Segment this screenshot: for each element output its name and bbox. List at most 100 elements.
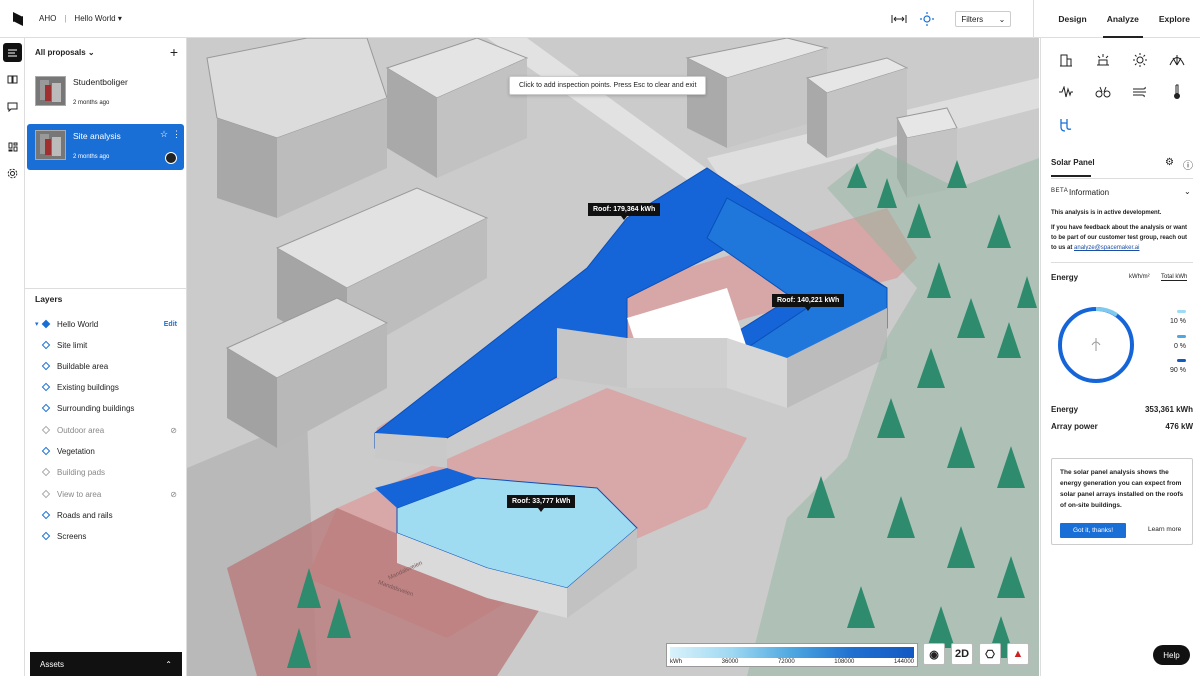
top-bar: AHO | Hello World ▾ Filters ⌄ Design Ana… <box>0 0 1200 38</box>
pct-value: 90 % <box>1170 367 1186 374</box>
more-options-icon[interactable]: ⋮ <box>172 129 181 140</box>
all-proposals-dropdown[interactable]: All proposals ⌄ <box>35 48 95 57</box>
measure-icon[interactable] <box>889 9 909 29</box>
help-circle-icon[interactable]: ⓘ <box>1183 157 1193 172</box>
roof-label[interactable]: Roof: 179,364 kWh <box>588 203 661 220</box>
info-text: If you have feedback about the analysis … <box>1051 223 1191 253</box>
proposal-date: 2 months ago <box>73 100 110 106</box>
legend-swatch <box>1177 359 1186 362</box>
proposal-item-selected[interactable]: Site analysis 2 months ago ☆ ⋮ <box>27 124 184 170</box>
rail-dashboard-button[interactable] <box>3 137 22 156</box>
add-proposal-icon[interactable]: + <box>170 44 178 60</box>
layer-surrounding-buildings[interactable]: Surrounding buildings <box>25 399 187 417</box>
legend-gradient <box>670 647 914 658</box>
layer-screens[interactable]: Screens <box>25 527 187 545</box>
proposal-thumbnail <box>35 130 66 160</box>
left-rail <box>0 38 25 676</box>
legend-tick: 72000 <box>777 659 795 665</box>
email-link[interactable]: analyze@spacemaker.ai <box>1074 245 1139 251</box>
star-icon[interactable]: ☆ <box>160 129 168 140</box>
sky-view-icon[interactable] <box>1168 51 1186 69</box>
unit-toggle-kwhm2[interactable]: kWh/m² <box>1129 274 1150 280</box>
filters-dropdown[interactable]: Filters ⌄ <box>955 11 1012 27</box>
wind-icon[interactable] <box>1131 83 1149 101</box>
unit-toggle-total[interactable]: Total kWh <box>1161 274 1188 281</box>
layer-label: Hello World <box>57 319 99 329</box>
roof-label[interactable]: Roof: 33,777 kWh <box>507 495 576 512</box>
compass-icon: ▲ <box>1012 648 1024 660</box>
got-it-button[interactable]: Got it, thanks! <box>1060 523 1126 538</box>
chevron-down-icon: ▾ <box>117 14 122 23</box>
help-button[interactable]: Help <box>1153 645 1190 665</box>
project-selector[interactable]: Hello World ▾ <box>74 14 121 23</box>
layer-buildable-area[interactable]: Buildable area <box>25 357 187 375</box>
tab-analyze[interactable]: Analyze <box>1097 0 1149 38</box>
sun-icon[interactable] <box>1131 51 1149 69</box>
eye-off-icon[interactable]: ⊘ <box>170 426 177 435</box>
assets-bar[interactable]: Assets ⌃ <box>30 652 182 676</box>
chevron-down-icon[interactable]: ▾ <box>35 320 39 328</box>
active-tab-underline <box>1051 175 1091 177</box>
edit-layers-button[interactable]: Edit <box>164 321 177 328</box>
roof-label[interactable]: Roof: 140,221 kWh <box>772 294 845 311</box>
rail-comments-button[interactable] <box>3 97 22 116</box>
proposal-item[interactable]: Studentboliger 2 months ago <box>27 70 184 116</box>
layer-icon <box>41 361 51 371</box>
layer-icon <box>41 319 51 329</box>
noise-icon[interactable] <box>1057 83 1075 101</box>
view-2d-button[interactable]: 2D <box>951 643 973 665</box>
3d-viewport[interactable]: Click to add inspection points. Press Es… <box>187 38 1039 676</box>
layer-icon <box>41 403 51 413</box>
info-text: This analysis is in active development. <box>1051 210 1162 216</box>
comment-icon <box>7 102 18 112</box>
layer-label: Building pads <box>57 467 106 477</box>
layer-hello-world[interactable]: ▾ Hello World Edit <box>25 315 187 333</box>
compass-button[interactable]: ▲ <box>1007 643 1029 665</box>
eye-button[interactable]: ◉ <box>923 643 945 665</box>
rail-book-button[interactable] <box>3 70 22 89</box>
pct-mid: 0 % <box>1174 335 1186 350</box>
layer-roads-and-rails[interactable]: Roads and rails <box>25 506 187 524</box>
mode-tabs: Design Analyze Explore <box>1033 0 1200 38</box>
breadcrumb-separator: | <box>64 14 67 23</box>
layer-label: Roads and rails <box>57 510 113 520</box>
thermometer-icon[interactable] <box>1168 83 1186 101</box>
building-icon[interactable] <box>1057 51 1075 69</box>
tab-explore[interactable]: Explore <box>1149 0 1200 38</box>
eye-off-icon[interactable]: ⊘ <box>170 490 177 499</box>
microclimate-icon[interactable] <box>1057 116 1075 134</box>
gear-icon <box>7 168 18 179</box>
pct-low: 10 % <box>1170 310 1186 325</box>
eye-icon: ◉ <box>929 648 939 661</box>
chevron-down-icon: ⌄ <box>87 47 95 57</box>
layer-building-pads[interactable]: Building pads <box>25 463 187 481</box>
settings-icon[interactable]: ⚙ <box>1165 157 1174 168</box>
rail-proposals-button[interactable] <box>3 43 22 62</box>
learn-more-link[interactable]: Learn more <box>1148 526 1181 533</box>
analysis-panel: Solar Panel ⚙ ⓘ BETA Information ⌄ This … <box>1040 38 1200 676</box>
energy-header: Energy <box>1051 273 1079 282</box>
list-icon <box>8 49 17 56</box>
spacemaker-logo[interactable] <box>6 7 30 31</box>
top-bar-right: Filters ⌄ Design Analyze Explore <box>889 0 1200 38</box>
daylight-icon[interactable] <box>1094 51 1112 69</box>
layer-view-to-area[interactable]: View to area ⊘ <box>25 485 187 503</box>
org-name[interactable]: AHO <box>39 14 56 23</box>
site-3d-scene <box>187 38 1039 676</box>
dashboard-icon <box>8 142 17 151</box>
layer-icon <box>41 467 51 477</box>
chevron-down-icon[interactable]: ⌄ <box>1184 187 1191 196</box>
tab-design[interactable]: Design <box>1048 0 1096 38</box>
sun-position-icon[interactable] <box>917 9 937 29</box>
camera-button[interactable]: ⎔ <box>979 643 1001 665</box>
layer-site-limit[interactable]: Site limit <box>25 336 187 354</box>
rail-settings-button[interactable] <box>3 164 22 183</box>
layer-existing-buildings[interactable]: Existing buildings <box>25 378 187 396</box>
array-power-row: Array power 476 kW <box>1051 422 1193 431</box>
layer-icon <box>41 425 51 435</box>
layer-vegetation[interactable]: Vegetation <box>25 442 187 460</box>
view-icon[interactable] <box>1094 83 1112 101</box>
information-toggle[interactable]: Information <box>1069 188 1109 197</box>
layer-label: Screens <box>57 531 87 541</box>
layer-outdoor-area[interactable]: Outdoor area ⊘ <box>25 421 187 439</box>
